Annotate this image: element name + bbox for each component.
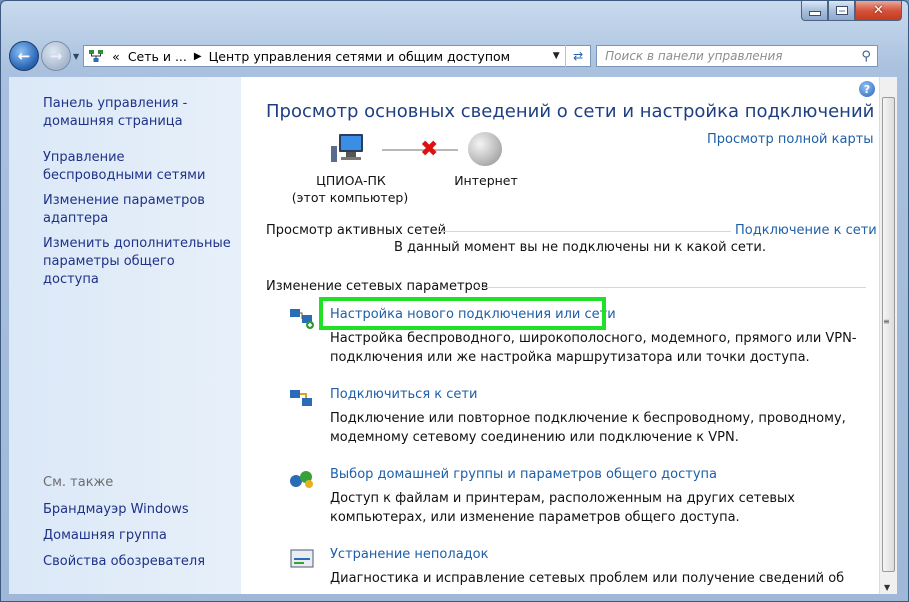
close-button[interactable]: ✕ — [855, 1, 902, 21]
breadcrumb-network[interactable]: Сеть и ... — [124, 49, 191, 64]
breadcrumb-network-center[interactable]: Центр управления сетями и общим доступом — [205, 49, 515, 64]
window: ✕ ← → ▼ « Сеть и ... ▶ Центр управления … — [0, 0, 909, 602]
sidebar-link-adapter-settings[interactable]: Изменение параметров адаптера — [43, 192, 213, 228]
troubleshoot-icon[interactable] — [288, 547, 316, 571]
internet-globe-icon[interactable] — [468, 132, 502, 166]
connect-network-description: Подключение или повторное подключение к … — [330, 411, 846, 445]
scroll-down-icon[interactable]: ▼ — [884, 583, 890, 592]
homegroup-icon[interactable] — [288, 467, 316, 491]
address-prefix[interactable]: « — [108, 49, 124, 64]
new-connection-icon[interactable] — [288, 306, 316, 330]
vertical-scrollbar[interactable]: ≡ ▼ — [879, 77, 897, 594]
sidebar-link-firewall[interactable]: Брандмауэр Windows — [43, 501, 189, 519]
internet-label: Интернет — [454, 173, 518, 188]
maximize-icon — [835, 6, 848, 15]
network-icon — [89, 50, 104, 62]
disconnected-icon[interactable]: ✖ — [420, 137, 438, 162]
scrollbar-grip-icon: ≡ — [883, 317, 890, 326]
computer-icon[interactable] — [329, 132, 367, 164]
sidebar-link-wireless-networks[interactable]: Управление беспроводными сетями — [43, 149, 233, 185]
see-also-heading: См. также — [43, 475, 114, 490]
full-map-link[interactable]: Просмотр полной карты — [707, 132, 874, 147]
sidebar-link-homegroup[interactable]: Домашняя группа — [43, 527, 167, 545]
troubleshoot-description: Диагностика и исправление сетевых пробле… — [330, 571, 845, 591]
address-bar[interactable]: « Сеть и ... ▶ Центр управления сетями и… — [83, 45, 592, 67]
homegroup-description: Доступ к файлам и принтерам, расположенн… — [330, 491, 795, 525]
connect-network-icon[interactable] — [288, 387, 316, 411]
minimize-button[interactable] — [801, 1, 828, 21]
close-icon: ✕ — [873, 3, 884, 18]
new-connection-description: Настройка беспроводного, широкополосного… — [330, 331, 857, 365]
no-connection-text: В данный момент вы не подключены ни к ка… — [394, 240, 766, 255]
forward-button[interactable]: → — [41, 41, 71, 71]
title-buttons: ✕ — [801, 1, 902, 21]
sidebar-link-control-panel-home[interactable]: Панель управления - домашняя страница — [43, 95, 213, 131]
arrow-left-icon: ← — [17, 47, 31, 65]
chevron-right-icon[interactable]: ▶ — [191, 51, 205, 62]
refresh-icon: ⇄ — [573, 49, 584, 63]
search-input[interactable]: Поиск в панели управления ⚲ — [596, 45, 879, 67]
maximize-button[interactable] — [828, 1, 855, 21]
navigation-bar: ← → ▼ « Сеть и ... ▶ Центр управления се… — [9, 39, 902, 73]
sidebar-link-internet-options[interactable]: Свойства обозревателя — [43, 553, 205, 571]
troubleshoot-link[interactable]: Устранение неполадок — [330, 547, 488, 562]
homegroup-link[interactable]: Выбор домашней группы и параметров общег… — [330, 467, 717, 482]
recent-pages-dropdown[interactable]: ▼ — [73, 52, 79, 61]
highlight-box — [319, 297, 606, 330]
page-title: Просмотр основных сведений о сети и наст… — [266, 101, 875, 122]
back-button[interactable]: ← — [9, 41, 39, 71]
computer-name: ЦПИОА-ПК — [316, 173, 386, 188]
sidebar: Панель управления - домашняя страница Уп… — [9, 77, 241, 594]
search-placeholder: Поиск в панели управления — [605, 49, 783, 63]
sidebar-link-advanced-sharing[interactable]: Изменить дополнительные параметры общего… — [43, 235, 233, 289]
address-dropdown-icon[interactable]: ▼ — [547, 51, 565, 61]
refresh-button[interactable]: ⇄ — [565, 45, 590, 67]
scrollbar-thumb[interactable] — [882, 97, 895, 572]
change-settings-heading: Изменение сетевых параметров — [266, 279, 489, 294]
arrow-right-icon: → — [49, 47, 63, 65]
active-networks-heading: Просмотр активных сетей — [266, 223, 447, 238]
minimize-icon — [808, 11, 821, 16]
search-icon[interactable]: ⚲ — [855, 49, 877, 64]
active-networks-divider — [439, 231, 731, 232]
computer-sub-label: (этот компьютер) — [291, 190, 409, 205]
help-icon[interactable]: ? — [859, 81, 875, 97]
connect-to-network-link[interactable]: Подключение к сети — [735, 223, 877, 238]
change-settings-divider — [477, 287, 866, 288]
connect-network-link[interactable]: Подключиться к сети — [330, 387, 477, 402]
